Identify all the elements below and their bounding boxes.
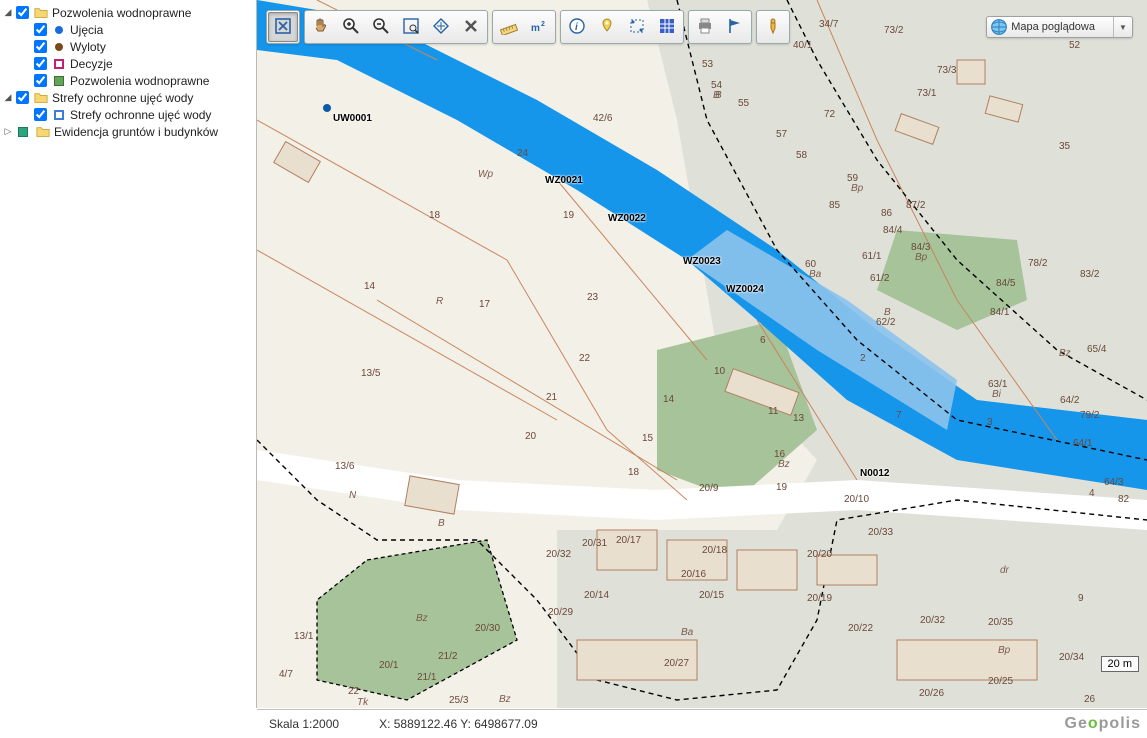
chevron-down-icon[interactable]: ◢ <box>2 7 14 19</box>
layer-checkbox[interactable] <box>34 57 47 70</box>
zoom-box-tool[interactable] <box>396 12 426 42</box>
x-box-icon <box>274 17 292 38</box>
status-coords: X: 5889122.46 Y: 6498677.09 <box>379 717 538 731</box>
identify-tool[interactable]: i <box>562 12 592 42</box>
zoom-in-icon <box>342 17 360 38</box>
select-tool[interactable] <box>622 12 652 42</box>
layer-checkbox[interactable] <box>16 91 29 104</box>
map-canvas[interactable] <box>257 0 1147 708</box>
status-bar: Skala 1:2000 X: 5889122.46 Y: 6498677.09… <box>257 709 1147 738</box>
pan-tool[interactable] <box>306 12 336 42</box>
zoom-box-icon <box>402 17 420 38</box>
printer-icon <box>696 17 714 38</box>
zoom-extent-tool[interactable] <box>426 12 456 42</box>
toolbar-group <box>756 10 790 44</box>
tree-item-label: Ujęcia <box>70 23 103 37</box>
map-toolbar[interactable]: m2 i <box>266 10 790 44</box>
toolbar-group <box>688 10 752 44</box>
grid-icon <box>658 17 676 38</box>
scale-bar: 20 m <box>1101 656 1139 672</box>
layer-checkbox[interactable] <box>34 40 47 53</box>
select-icon <box>628 17 646 38</box>
layer-checkbox[interactable] <box>34 74 47 87</box>
search-tool[interactable] <box>592 12 622 42</box>
x-letter-icon <box>462 17 480 38</box>
tree-item[interactable]: Pozwolenia wodnoprawne <box>2 72 254 89</box>
streetview-tool[interactable] <box>758 12 788 42</box>
layer-checkbox[interactable] <box>34 23 47 36</box>
hand-icon <box>312 17 330 38</box>
toolbar-group: i <box>560 10 684 44</box>
overview-map-label: Mapa poglądowa <box>1011 21 1113 33</box>
chevron-right-icon[interactable]: ▷ <box>2 126 14 138</box>
svg-text:2: 2 <box>541 21 545 28</box>
tree-item[interactable]: Ujęcia <box>2 21 254 38</box>
m2-icon: m2 <box>530 17 548 38</box>
clear-tool[interactable] <box>456 12 486 42</box>
vendor-logo: Geopolis <box>1065 715 1141 733</box>
extent-icon <box>432 17 450 38</box>
scale-bar-label: 20 m <box>1108 658 1132 670</box>
layer-checkbox[interactable] <box>34 108 47 121</box>
svg-text:i: i <box>575 22 578 33</box>
chevron-down-icon[interactable]: ▼ <box>1113 17 1132 37</box>
tree-item[interactable]: ▷ Ewidencja gruntów i budynków <box>2 123 254 140</box>
print-tool[interactable] <box>690 12 720 42</box>
chevron-down-icon[interactable]: ◢ <box>2 92 14 104</box>
layer-tree[interactable]: ◢ Pozwolenia wodnoprawne Ujęcia Wyloty Decyz… <box>0 0 256 144</box>
tree-item-label: Pozwolenia wodnoprawne <box>52 6 191 20</box>
map-viewport[interactable]: 20 m <box>257 0 1147 708</box>
zoom-out-icon <box>372 17 390 38</box>
tree-item[interactable]: ◢ Pozwolenia wodnoprawne <box>2 4 254 21</box>
tree-item-label: Strefy ochronne ujęć wody <box>70 108 211 122</box>
tree-item-label: Strefy ochronne ujęć wody <box>52 91 193 105</box>
tree-item-label: Ewidencja gruntów i budynków <box>54 125 218 139</box>
layer-checkbox[interactable] <box>16 6 29 19</box>
overview-map-toggle[interactable]: Mapa poglądowa ▼ <box>986 16 1133 38</box>
globe-icon <box>990 18 1008 36</box>
toolbar-group: m2 <box>492 10 556 44</box>
close-tool[interactable] <box>268 12 298 42</box>
measure-line-tool[interactable] <box>494 12 524 42</box>
tree-item[interactable]: ◢ Strefy ochronne ujęć wody <box>2 89 254 106</box>
tree-item[interactable]: Wyloty <box>2 38 254 55</box>
checkbox-icon[interactable] <box>16 125 30 139</box>
layer-panel[interactable]: ◢ Pozwolenia wodnoprawne Ujęcia Wyloty Decyz… <box>0 0 257 708</box>
zoom-in-tool[interactable] <box>336 12 366 42</box>
tree-item-label: Decyzje <box>70 57 113 71</box>
toolbar-group <box>304 10 488 44</box>
grid-tool[interactable] <box>652 12 682 42</box>
tree-item-label: Wyloty <box>70 40 106 54</box>
tree-item-label: Pozwolenia wodnoprawne <box>70 74 209 88</box>
tree-item[interactable]: Decyzje <box>2 55 254 72</box>
flag-icon <box>726 17 744 38</box>
status-scale: Skala 1:2000 <box>269 717 339 731</box>
mark-tool[interactable] <box>720 12 750 42</box>
svg-text:m: m <box>531 23 540 34</box>
pegman-icon <box>764 17 782 38</box>
measure-area-tool[interactable]: m2 <box>524 12 554 42</box>
ruler-icon <box>500 17 518 38</box>
zoom-out-tool[interactable] <box>366 12 396 42</box>
toolbar-group <box>266 10 300 44</box>
pin-search-icon <box>598 17 616 38</box>
tree-item[interactable]: Strefy ochronne ujęć wody <box>2 106 254 123</box>
info-icon: i <box>568 17 586 38</box>
